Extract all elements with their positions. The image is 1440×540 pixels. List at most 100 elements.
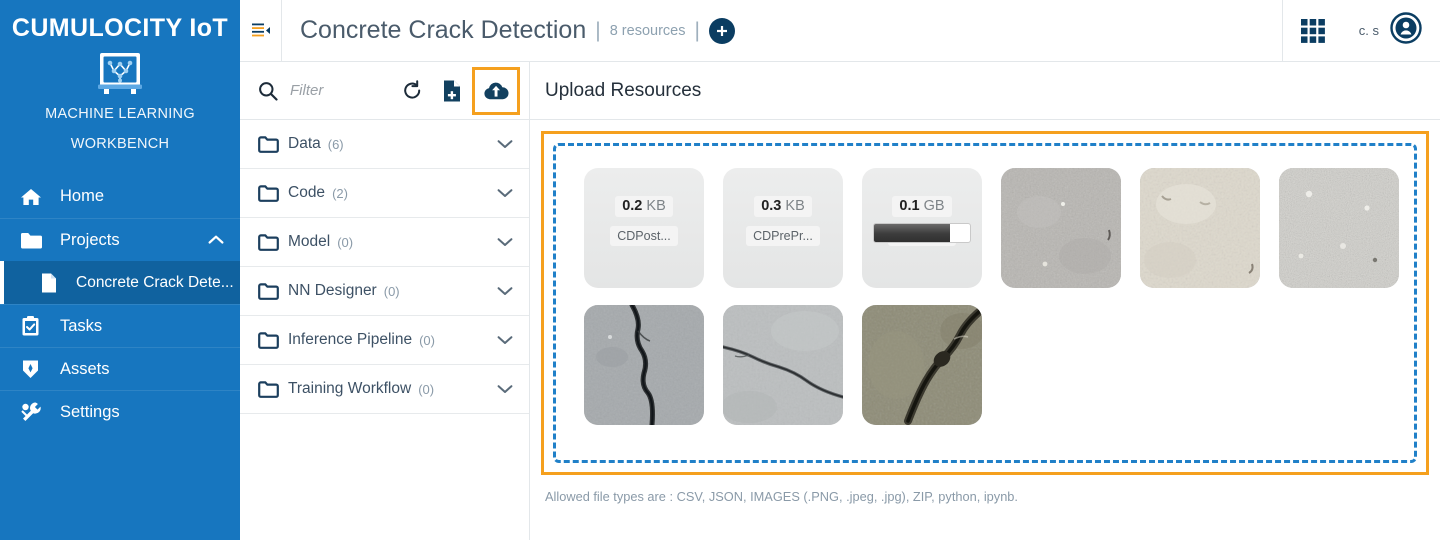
upload-tile-image[interactable]	[1140, 168, 1260, 288]
plus-circle-icon[interactable]	[708, 17, 735, 44]
search-icon[interactable]	[258, 81, 278, 101]
cloud-upload-icon[interactable]	[472, 66, 520, 115]
brand-subtitle-line-2: WORKBENCH	[70, 136, 170, 152]
chevron-down-icon[interactable]	[497, 237, 513, 247]
chevron-down-icon[interactable]	[497, 139, 513, 149]
allowed-file-types-label: Allowed file types are : CSV, JSON, IMAG…	[545, 489, 1018, 504]
tasks-clipboard-icon	[20, 314, 50, 338]
main-region: Concrete Crack Detection | 8 resources |	[240, 0, 1440, 540]
chevron-down-icon[interactable]	[497, 335, 513, 345]
folder-name: Training Workflow	[288, 380, 412, 397]
folder-count: (6)	[327, 136, 344, 152]
assets-shield-icon	[20, 357, 50, 381]
folder-name: Data	[288, 135, 321, 152]
sidebar-item-label: Assets	[60, 359, 110, 378]
collapse-sidebar-icon[interactable]	[240, 0, 282, 61]
file-name-label: CDPrePr...	[746, 226, 820, 246]
file-size-label: 0.2 KB	[615, 196, 673, 217]
upload-tile-image[interactable]	[723, 305, 843, 425]
upload-tile-grid: 0.2 KB CDPost... 0.3 KB CDPrePr... 0.1 G…	[584, 168, 1414, 425]
file-size-value: 0.3	[761, 198, 782, 214]
folder-icon	[20, 228, 50, 252]
user-avatar-icon[interactable]	[1390, 12, 1422, 49]
file-size-unit: KB	[785, 198, 805, 214]
chevron-down-icon[interactable]	[497, 286, 513, 296]
user-name-label: c. s	[1358, 23, 1379, 38]
upload-tile-image[interactable]	[584, 305, 704, 425]
upload-header: Upload Resources	[530, 62, 1440, 120]
ml-workbench-logo-icon	[0, 51, 240, 97]
folder-name: Model	[288, 233, 331, 250]
sidebar-item-assets[interactable]: Assets	[0, 347, 240, 390]
folder-icon	[258, 331, 288, 349]
resource-toolbar	[240, 62, 529, 120]
sidebar-item-label: Concrete Crack Dete...	[76, 273, 234, 291]
folder-name: Inference Pipeline	[288, 331, 413, 348]
upload-resources-panel: Upload Resources 0.2 KB CDPost... 0.3 KB…	[530, 62, 1440, 540]
resource-count-label: 8 resources	[609, 22, 686, 39]
upload-tile-image[interactable]	[862, 305, 982, 425]
folder-name: NN Designer	[288, 282, 377, 299]
upload-progress-bar	[873, 223, 971, 243]
upload-progress-fill	[874, 224, 950, 242]
sidebar-item-concrete-crack-detection[interactable]: Concrete Crack Dete...	[0, 261, 240, 304]
folder-icon	[258, 233, 288, 251]
file-size-value: 0.1	[899, 198, 920, 214]
folder-row-code[interactable]: Code (2)	[240, 169, 529, 218]
upload-tile-image[interactable]	[1001, 168, 1121, 288]
sidebar-item-tasks[interactable]: Tasks	[0, 304, 240, 347]
upload-tile-file[interactable]: 0.3 KB CDPrePr...	[723, 168, 843, 288]
search-input[interactable]	[288, 81, 392, 100]
folder-row-inference-pipeline[interactable]: Inference Pipeline (0)	[240, 316, 529, 365]
sidebar-item-label: Tasks	[60, 316, 103, 335]
settings-wrench-icon	[20, 400, 50, 424]
new-file-icon[interactable]	[432, 71, 472, 111]
folder-name: Code	[288, 184, 326, 201]
header-actions: c. s	[1281, 0, 1440, 61]
chevron-down-icon[interactable]	[497, 384, 513, 394]
folder-count: (2)	[332, 185, 348, 201]
file-size-label: 0.3 KB	[754, 196, 812, 217]
project-title-zone: Concrete Crack Detection | 8 resources |	[282, 16, 1282, 45]
resource-panel: Data (6) Code (2)	[240, 62, 530, 540]
folder-count: (0)	[383, 283, 400, 299]
upload-tile-file-uploading[interactable]: 0.1 GB Concret...	[862, 168, 982, 288]
folder-icon	[258, 135, 288, 153]
sidebar-item-projects[interactable]: Projects	[0, 218, 240, 261]
chevron-up-icon[interactable]	[208, 231, 224, 250]
chevron-down-icon[interactable]	[497, 188, 513, 198]
folder-icon	[258, 380, 288, 398]
folder-icon	[258, 184, 288, 202]
folder-row-training-workflow[interactable]: Training Workflow (0)	[240, 365, 529, 414]
brand-subtitle-line-1: MACHINE LEARNING	[45, 106, 195, 122]
upload-tile-image[interactable]	[1279, 168, 1399, 288]
file-size-unit: KB	[646, 198, 666, 214]
home-icon	[20, 185, 50, 209]
file-icon	[40, 272, 68, 294]
sidebar-item-label: Projects	[60, 230, 120, 249]
sidebar-nav: Home Projects Concrete Crack Dete... Tas…	[0, 175, 240, 433]
sidebar-item-label: Home	[60, 187, 105, 205]
app-grid-icon[interactable]	[1281, 0, 1343, 61]
top-header-bar: Concrete Crack Detection | 8 resources |	[240, 0, 1440, 62]
sidebar-item-label: Settings	[60, 402, 120, 421]
upload-dropzone[interactable]: 0.2 KB CDPost... 0.3 KB CDPrePr... 0.1 G…	[553, 143, 1417, 463]
folder-list: Data (6) Code (2) Model (0) NN Designer …	[240, 120, 529, 414]
folder-count: (0)	[419, 332, 435, 348]
file-size-label: 0.1 GB	[892, 196, 952, 217]
folder-icon	[258, 282, 288, 300]
file-name-label: CDPost...	[610, 226, 678, 246]
file-size-unit: GB	[923, 198, 945, 214]
user-menu[interactable]: c. s	[1343, 0, 1440, 61]
folder-count: (0)	[418, 381, 435, 397]
folder-row-data[interactable]: Data (6)	[240, 120, 529, 169]
folder-count: (0)	[337, 234, 354, 250]
sidebar-item-home[interactable]: Home	[0, 175, 240, 218]
refresh-icon[interactable]	[392, 71, 432, 111]
upload-title: Upload Resources	[545, 79, 702, 101]
title-separator-left: |	[595, 18, 601, 42]
folder-row-nn-designer[interactable]: NN Designer (0)	[240, 267, 529, 316]
upload-tile-file[interactable]: 0.2 KB CDPost...	[584, 168, 704, 288]
sidebar-item-settings[interactable]: Settings	[0, 390, 240, 433]
folder-row-model[interactable]: Model (0)	[240, 218, 529, 267]
